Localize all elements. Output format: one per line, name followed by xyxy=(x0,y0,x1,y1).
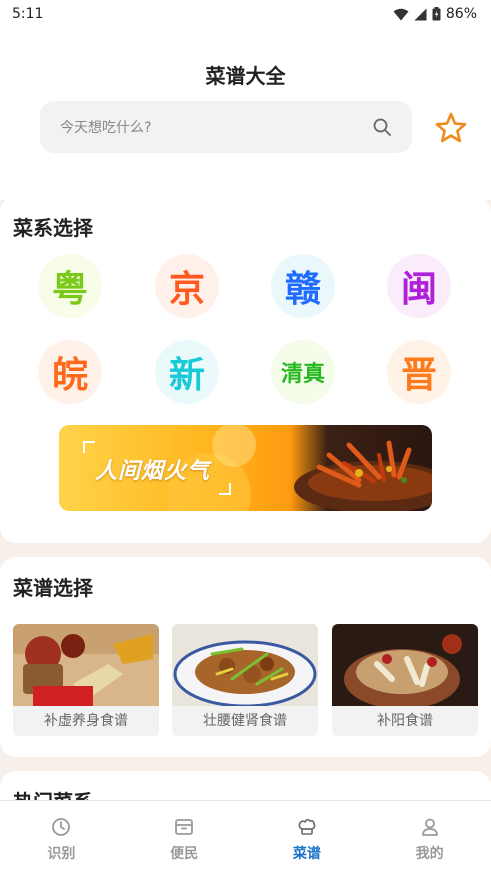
favorite-star-icon[interactable] xyxy=(434,111,468,145)
cuisine-jin[interactable]: 晋 xyxy=(387,340,451,404)
search-input[interactable]: 今天想吃什么? xyxy=(40,101,412,153)
cuisine-xin[interactable]: 新 xyxy=(155,340,219,404)
cuisine-label: 清真 xyxy=(280,362,325,387)
cuisine-label: 闽 xyxy=(400,269,437,310)
battery-icon xyxy=(432,7,441,21)
tab-recipes[interactable]: 菜谱 xyxy=(246,801,369,873)
recipe-image xyxy=(332,624,478,706)
tab-label: 菜谱 xyxy=(292,846,321,862)
cuisine-label: 新 xyxy=(168,355,205,396)
header-background xyxy=(0,0,491,200)
cuisine-label: 赣 xyxy=(284,269,321,310)
recipe-item-tonic[interactable]: 补虚养身食谱 xyxy=(13,624,159,736)
user-icon xyxy=(421,818,438,836)
recipe-image xyxy=(172,624,318,706)
scan-icon xyxy=(52,818,71,836)
tab-scan[interactable]: 识别 xyxy=(0,801,123,873)
tab-convenience[interactable]: 便民 xyxy=(123,801,246,873)
banner-bracket-right xyxy=(219,483,231,495)
banner-image[interactable]: 人间烟火气 xyxy=(59,425,432,511)
recipe-label: 壮腰健肾食谱 xyxy=(172,706,318,736)
cuisine-label: 皖 xyxy=(51,355,88,396)
search-placeholder: 今天想吃什么? xyxy=(60,120,152,136)
recipe-item-kidney[interactable]: 壮腰健肾食谱 xyxy=(172,624,318,736)
cuisine-yue[interactable]: 粤 xyxy=(38,254,102,318)
page-title: 菜谱大全 xyxy=(205,64,286,88)
battery-percent: 86% xyxy=(445,6,477,22)
cuisine-qingzhen[interactable]: 清真 xyxy=(271,340,335,404)
banner-text: 人间烟火气 xyxy=(95,459,211,484)
cuisine-min[interactable]: 闽 xyxy=(387,254,451,318)
recipe-section-title: 菜谱选择 xyxy=(13,576,93,600)
cuisine-gan[interactable]: 赣 xyxy=(271,254,335,318)
cell-signal-icon xyxy=(414,8,427,20)
cuisine-section-title: 菜系选择 xyxy=(13,216,93,240)
status-icons: 86% xyxy=(393,6,477,22)
tab-label: 便民 xyxy=(170,846,199,862)
tab-label: 我的 xyxy=(415,846,444,862)
cuisine-label: 粤 xyxy=(51,269,88,310)
recipe-image xyxy=(13,624,159,706)
status-time: 5:11 xyxy=(12,6,44,22)
recipe-item-yang[interactable]: 补阳食谱 xyxy=(332,624,478,736)
recipe-label: 补阳食谱 xyxy=(332,706,478,736)
tab-label: 识别 xyxy=(47,846,76,862)
cuisine-jing[interactable]: 京 xyxy=(155,254,219,318)
cuisine-label: 晋 xyxy=(400,355,437,396)
cuisine-label: 京 xyxy=(168,269,205,310)
banner-bracket-left xyxy=(83,441,95,453)
wifi-icon xyxy=(393,8,409,20)
status-bar: 5:11 86% xyxy=(0,0,491,28)
cuisine-wan[interactable]: 皖 xyxy=(38,340,102,404)
bottom-tab-bar: 识别 便民 菜谱 我的 xyxy=(0,800,491,873)
tab-profile[interactable]: 我的 xyxy=(368,801,491,873)
box-icon xyxy=(175,819,194,835)
chef-hat-icon xyxy=(298,818,316,835)
search-icon[interactable] xyxy=(372,117,392,137)
recipe-label: 补虚养身食谱 xyxy=(13,706,159,736)
